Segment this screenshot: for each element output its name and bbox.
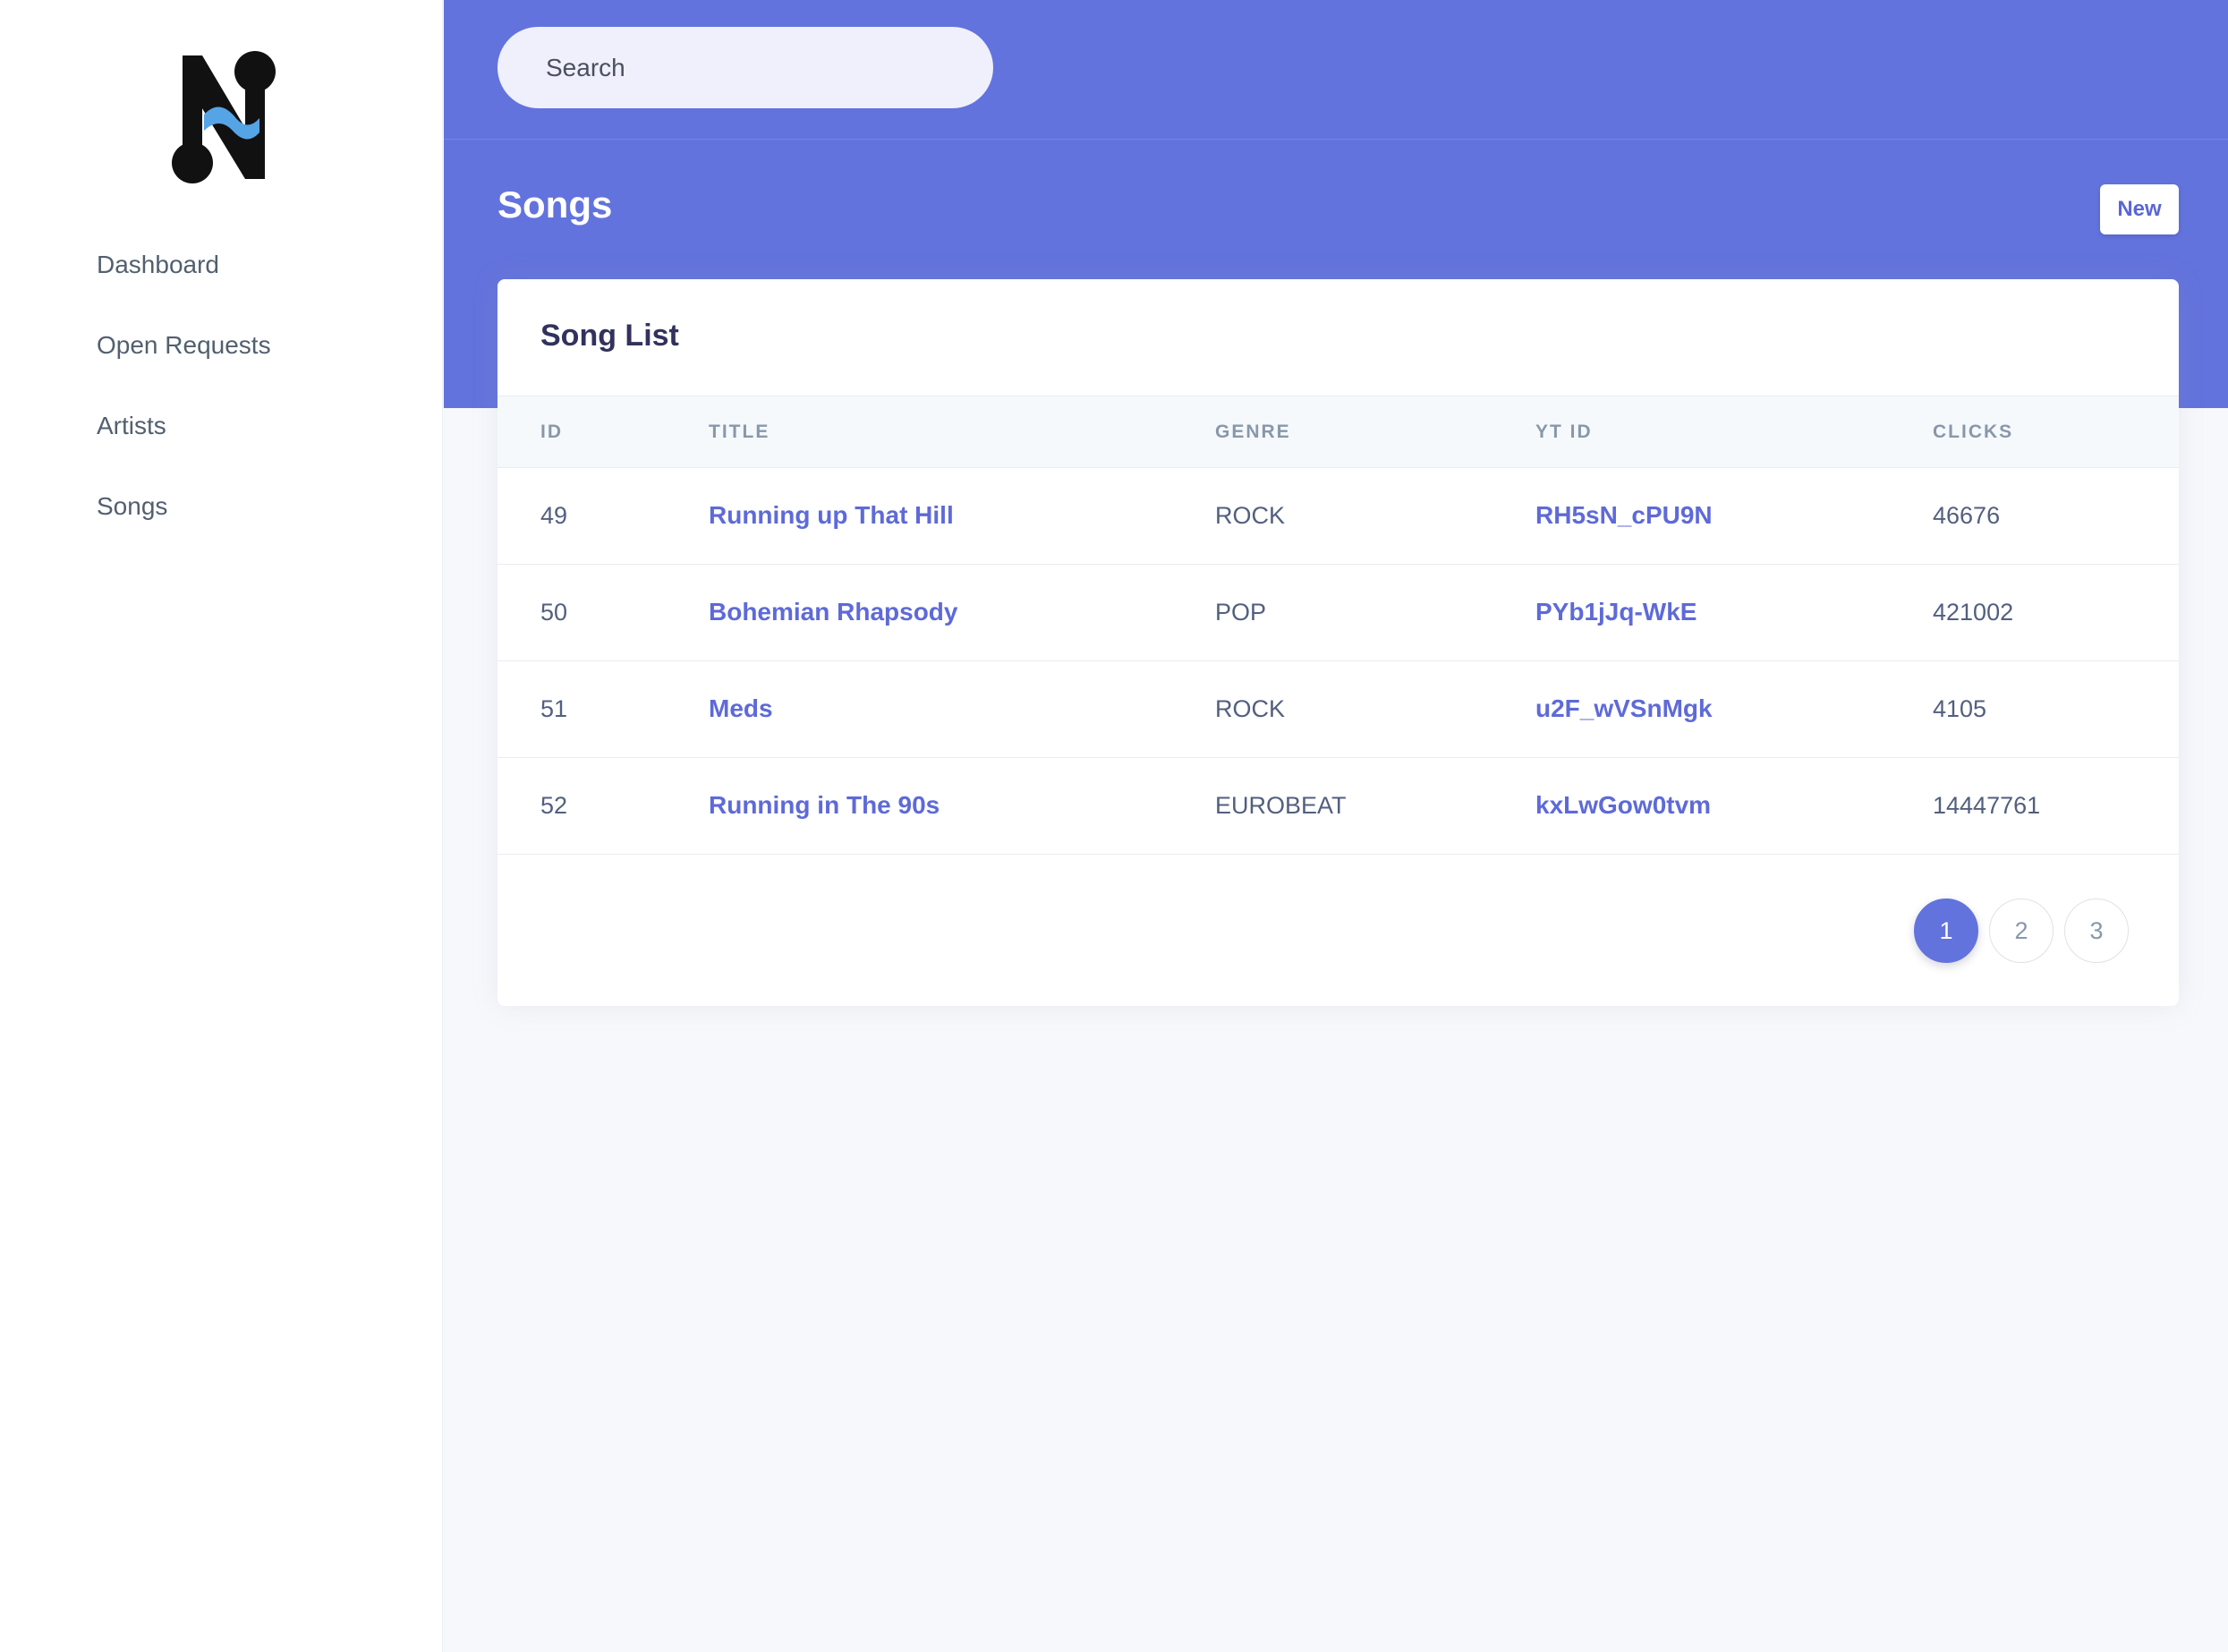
song-list-card: Song List ID TITLE GENRE YT ID CLICKS 49… <box>497 279 2179 1006</box>
sidebar: Dashboard Open Requests Artists Songs <box>0 0 443 1652</box>
page-title: Songs <box>497 183 613 226</box>
logo[interactable] <box>170 45 277 192</box>
cell-id: 50 <box>540 599 568 626</box>
sidebar-item-open-requests[interactable]: Open Requests <box>97 322 271 403</box>
cell-id: 51 <box>540 695 568 722</box>
column-header-title: TITLE <box>709 422 770 442</box>
page-button-2[interactable]: 2 <box>1989 898 2054 963</box>
sidebar-item-artists[interactable]: Artists <box>97 403 271 483</box>
cell-genre: ROCK <box>1215 502 1286 529</box>
yt-id-link[interactable]: kxLwGow0tvm <box>1535 758 1711 853</box>
sidebar-item-dashboard[interactable]: Dashboard <box>97 242 271 322</box>
search-input[interactable] <box>497 27 993 108</box>
song-title-link[interactable]: Meds <box>709 661 773 756</box>
table-row: 52 Running in The 90s EUROBEAT kxLwGow0t… <box>497 758 2179 855</box>
page-button-3[interactable]: 3 <box>2064 898 2129 963</box>
page-button-1[interactable]: 1 <box>1914 898 1978 963</box>
table-row: 49 Running up That Hill ROCK RH5sN_cPU9N… <box>497 468 2179 565</box>
cell-clicks: 46676 <box>1933 502 2001 529</box>
card-title: Song List <box>540 319 679 353</box>
cell-clicks: 421002 <box>1933 599 2014 626</box>
cell-genre: ROCK <box>1215 695 1286 722</box>
yt-id-link[interactable]: u2F_wVSnMgk <box>1535 661 1713 756</box>
table-row: 51 Meds ROCK u2F_wVSnMgk 4105 <box>497 661 2179 758</box>
table-row: 50 Bohemian Rhapsody POP PYb1jJq-WkE 421… <box>497 565 2179 661</box>
header-divider <box>444 139 2228 140</box>
song-title-link[interactable]: Running in The 90s <box>709 758 940 853</box>
cell-clicks: 4105 <box>1933 695 1987 722</box>
cell-id: 52 <box>540 792 568 819</box>
yt-id-link[interactable]: PYb1jJq-WkE <box>1535 565 1697 660</box>
column-header-genre: GENRE <box>1215 422 1291 442</box>
cell-id: 49 <box>540 502 568 529</box>
yt-id-link[interactable]: RH5sN_cPU9N <box>1535 468 1713 563</box>
table-header: ID TITLE GENRE YT ID CLICKS <box>497 396 2179 468</box>
cell-clicks: 14447761 <box>1933 792 2041 819</box>
column-header-clicks: CLICKS <box>1933 422 2014 442</box>
sidebar-item-songs[interactable]: Songs <box>97 483 271 564</box>
music-note-n-logo-icon <box>172 51 276 183</box>
song-title-link[interactable]: Bohemian Rhapsody <box>709 565 957 660</box>
column-header-yt-id: YT ID <box>1535 422 1593 442</box>
cell-genre: POP <box>1215 599 1267 626</box>
new-song-button[interactable]: New <box>2100 184 2179 234</box>
song-title-link[interactable]: Running up That Hill <box>709 468 954 563</box>
sidebar-nav: Dashboard Open Requests Artists Songs <box>97 242 271 564</box>
column-header-id: ID <box>540 422 563 442</box>
cell-genre: EUROBEAT <box>1215 792 1347 819</box>
